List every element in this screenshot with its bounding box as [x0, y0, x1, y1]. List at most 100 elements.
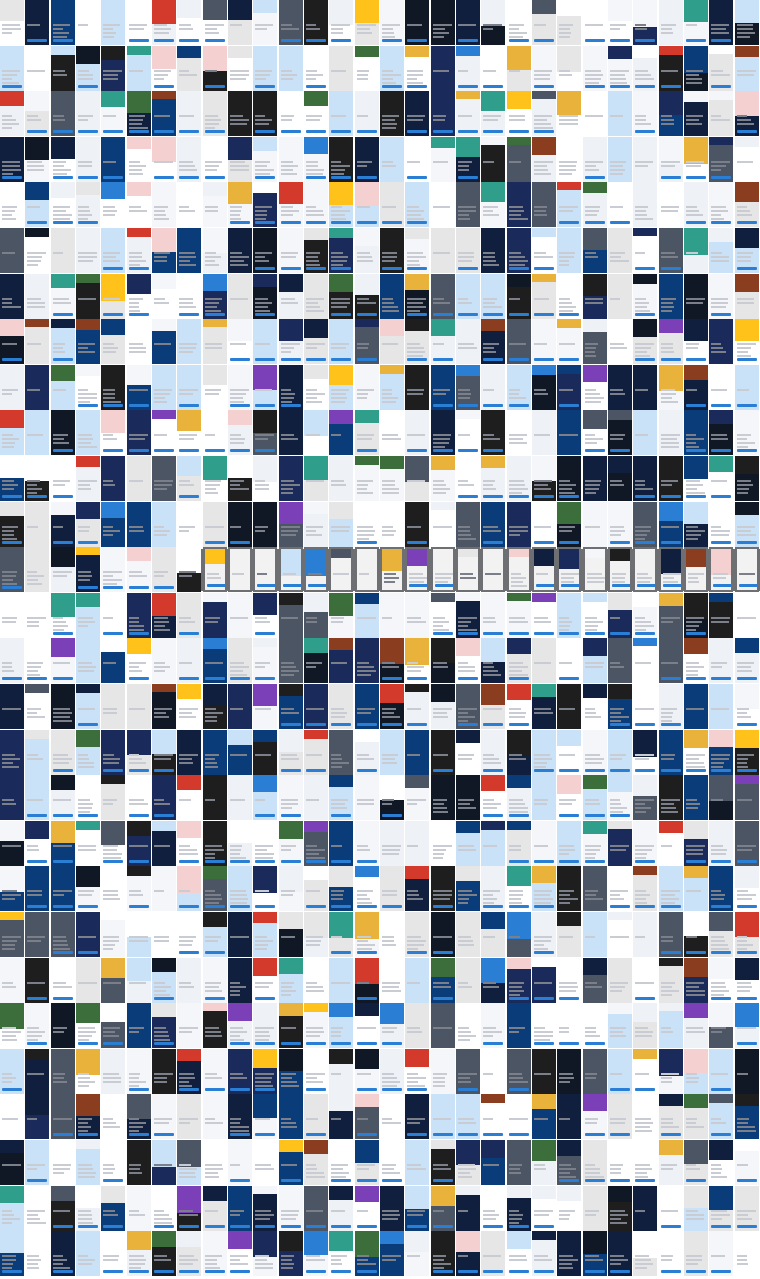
thumbnail-hero — [405, 1186, 429, 1209]
thumbnail-text-line — [27, 1210, 45, 1212]
page-thumbnail — [76, 0, 100, 45]
thumbnail-text-line — [737, 32, 755, 34]
thumbnail-text-line — [585, 898, 603, 900]
thumbnail-text-line — [78, 670, 94, 672]
page-thumbnail — [76, 958, 100, 1003]
thumbnail-hero — [51, 638, 75, 657]
thumbnail-text-line — [382, 708, 396, 710]
thumbnail-text-line — [103, 214, 115, 216]
thumbnail-text-line — [635, 982, 654, 984]
thumbnail-text-line — [306, 982, 317, 984]
page-thumbnail — [203, 365, 227, 410]
thumbnail-text-line — [559, 173, 572, 175]
thumbnail-hero — [481, 593, 505, 606]
thumbnail-text-line — [179, 1214, 198, 1216]
thumbnail-text-line — [711, 982, 725, 984]
thumbnail-button — [433, 404, 453, 407]
thumbnail-text-line — [661, 1210, 678, 1212]
thumbnail-text-line — [230, 74, 249, 76]
thumbnail-hero — [329, 274, 353, 292]
page-thumbnail — [608, 1003, 632, 1048]
thumbnail-button — [610, 814, 630, 817]
thumbnail-text-line — [281, 438, 298, 440]
thumbnail-text-line — [53, 982, 66, 984]
thumbnail-text-line — [306, 401, 322, 403]
page-thumbnail — [684, 775, 708, 820]
thumbnail-text-line — [737, 799, 752, 801]
thumbnail-text-line — [661, 256, 678, 258]
thumbnail-hero — [355, 319, 379, 327]
thumbnail-text-line — [129, 161, 140, 163]
page-thumbnail — [557, 1049, 581, 1094]
thumbnail-text-line — [281, 534, 296, 536]
thumbnail-text-line — [458, 70, 468, 72]
thumbnail-text-line — [561, 573, 579, 575]
thumbnail-text-line — [559, 898, 578, 900]
thumbnail-text-line — [610, 1035, 626, 1037]
thumbnail-text-line — [737, 708, 749, 710]
thumbnail-text-line — [78, 484, 90, 486]
page-thumbnail — [507, 821, 531, 866]
thumbnail-text-line — [635, 70, 648, 72]
thumbnail-hero — [355, 1003, 379, 1016]
page-thumbnail — [557, 1186, 581, 1231]
page-thumbnail — [557, 46, 581, 91]
thumbnail-text-line — [53, 169, 71, 171]
thumbnail-button — [635, 723, 655, 726]
thumbnail-text-line — [458, 526, 470, 528]
thumbnail-button — [53, 951, 73, 954]
thumbnail-text-line — [2, 32, 12, 34]
thumbnail-text-line — [509, 389, 520, 391]
page-thumbnail — [203, 502, 227, 547]
page-thumbnail — [355, 137, 379, 182]
thumbnail-text-line — [433, 811, 448, 813]
page-thumbnail — [253, 1231, 277, 1276]
thumbnail-text-line — [458, 347, 477, 349]
thumbnail-text-line — [610, 347, 627, 349]
page-thumbnail — [177, 866, 201, 911]
thumbnail-text-line — [103, 530, 120, 532]
page-thumbnail — [329, 912, 353, 957]
thumbnail-text-line — [610, 1214, 628, 1216]
page-thumbnail — [380, 638, 404, 683]
thumbnail-text-line — [737, 446, 748, 448]
thumbnail-hero — [608, 775, 632, 792]
thumbnail-text-line — [306, 666, 316, 668]
page-thumbnail — [25, 958, 49, 1003]
thumbnail-hero — [51, 1140, 75, 1162]
thumbnail-text-line — [382, 1164, 396, 1166]
page-thumbnail — [304, 821, 328, 866]
page-thumbnail — [405, 456, 429, 501]
thumbnail-text-line — [281, 1073, 296, 1075]
thumbnail-button — [205, 951, 225, 954]
thumbnail-text-line — [458, 530, 470, 532]
thumbnail-hero — [557, 1186, 581, 1201]
thumbnail-button — [129, 860, 149, 863]
thumbnail-text-line — [103, 534, 113, 536]
thumbnail-text-line — [103, 845, 118, 847]
thumbnail-hero — [253, 730, 277, 742]
thumbnail-text-line — [331, 1031, 341, 1033]
page-thumbnail — [431, 912, 455, 957]
thumbnail-text-line — [53, 252, 63, 254]
thumbnail-hero — [127, 1094, 151, 1119]
thumbnail-text-line — [129, 1077, 139, 1079]
thumbnail-text-line — [483, 302, 495, 304]
page-thumbnail — [608, 593, 632, 638]
thumbnail-text-line — [331, 617, 344, 619]
thumbnail-text-line — [306, 298, 324, 300]
thumbnail-text-line — [53, 74, 67, 76]
thumbnail-text-line — [78, 799, 90, 801]
page-thumbnail — [532, 137, 556, 182]
page-thumbnail — [279, 1049, 303, 1094]
thumbnail-hero — [279, 274, 303, 292]
thumbnail-text-line — [559, 617, 569, 619]
thumbnail-text-line — [281, 115, 294, 117]
page-thumbnail — [481, 91, 505, 136]
thumbnail-text-line — [357, 74, 368, 76]
thumbnail-text-line — [357, 397, 367, 399]
thumbnail-text-line — [382, 890, 397, 892]
thumbnail-text-line — [559, 1081, 570, 1083]
thumbnail-text-line — [179, 74, 197, 76]
thumbnail-button — [509, 905, 529, 908]
